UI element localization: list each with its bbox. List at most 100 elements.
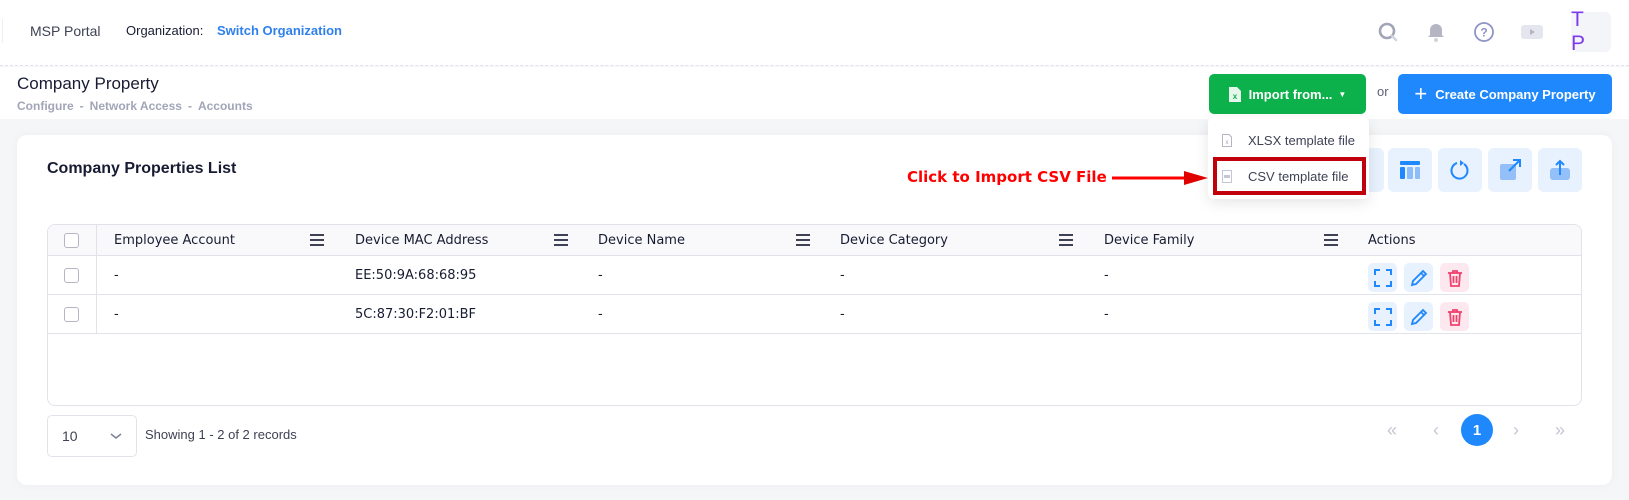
switch-organization-link[interactable]: Switch Organization — [217, 23, 342, 38]
page-size-value: 10 — [62, 428, 78, 444]
import-from-button[interactable]: x Import from... ▼ — [1209, 74, 1366, 114]
select-all-checkbox-cell — [64, 225, 79, 255]
edit-button[interactable] — [1404, 263, 1433, 292]
column-header[interactable]: Device MAC Address — [355, 225, 488, 255]
employee-account-cell: - — [114, 306, 119, 322]
device-family-cell: - — [1104, 267, 1109, 283]
or-label: or — [1377, 84, 1389, 99]
create-company-property-button[interactable]: + Create Company Property — [1398, 74, 1612, 114]
xlsx-file-icon: x — [1222, 133, 1232, 147]
bell-icon[interactable] — [1424, 20, 1448, 44]
expand-icon — [1373, 268, 1392, 287]
external-link-icon — [1500, 159, 1521, 180]
search-icon[interactable] — [1376, 20, 1400, 44]
table-header: Employee Account Device MAC Address Devi… — [48, 225, 1581, 256]
select-all-checkbox[interactable] — [64, 232, 79, 248]
breadcrumb-separator: - — [187, 99, 192, 113]
menu-item-csv-template[interactable]: CSV template file — [1213, 157, 1366, 195]
card-title: Company Properties List — [47, 160, 237, 177]
top-bar: MSP Portal Organization: Switch Organiza… — [0, 0, 1629, 66]
svg-text:x: x — [1232, 92, 1237, 101]
column-menu-icon[interactable] — [554, 234, 568, 246]
brand-label: MSP Portal — [30, 23, 101, 39]
video-icon[interactable] — [1520, 20, 1544, 44]
organization-label: Organization: — [126, 23, 204, 38]
column-menu-icon[interactable] — [310, 234, 324, 246]
column-header[interactable]: Device Name — [598, 225, 685, 255]
import-dropdown-menu: x XLSX template file CSV template file — [1208, 117, 1369, 199]
employee-account-cell: - — [114, 267, 119, 283]
svg-text:x: x — [1226, 140, 1229, 146]
annotation-text: Click to Import CSV File — [907, 168, 1107, 186]
plus-icon: + — [1414, 81, 1428, 106]
view-button[interactable] — [1368, 263, 1397, 292]
page-1-button[interactable]: 1 — [1461, 414, 1493, 446]
column-divider — [96, 256, 97, 294]
row-checkbox-cell — [64, 295, 79, 333]
properties-table: Employee Account Device MAC Address Devi… — [47, 224, 1582, 406]
expand-icon — [1373, 307, 1392, 326]
csv-file-icon — [1222, 169, 1232, 183]
breadcrumb-item[interactable]: Configure — [17, 99, 74, 113]
column-menu-icon[interactable] — [1324, 234, 1338, 246]
mac-address-cell: 5C:87:30:F2:01:BF — [355, 306, 477, 322]
create-label: Create Company Property — [1435, 86, 1596, 102]
refresh-button[interactable] — [1438, 148, 1482, 192]
view-button[interactable] — [1368, 302, 1397, 331]
row-checkbox[interactable] — [64, 306, 79, 322]
trash-icon — [1447, 308, 1462, 326]
breadcrumb: Configure - Network Access - Accounts — [17, 99, 253, 113]
column-divider — [96, 225, 97, 255]
delete-button[interactable] — [1440, 263, 1469, 292]
sidebar-edge — [0, 19, 3, 43]
columns-icon — [1400, 161, 1420, 179]
page-title: Company Property — [17, 74, 159, 93]
pencil-icon — [1410, 269, 1427, 286]
upload-icon — [1550, 159, 1570, 180]
menu-item-label: CSV template file — [1248, 168, 1349, 184]
last-page-button[interactable]: » — [1544, 414, 1576, 446]
row-checkbox-cell — [64, 256, 79, 294]
column-menu-icon[interactable] — [796, 234, 810, 246]
table-row: - EE:50:9A:68:68:95 - - - — [48, 256, 1581, 295]
breadcrumb-item[interactable]: Accounts — [198, 99, 253, 113]
svg-text:?: ? — [1480, 26, 1487, 40]
first-page-button[interactable]: « — [1376, 414, 1408, 446]
export-button[interactable] — [1488, 148, 1532, 192]
excel-file-icon: x — [1228, 86, 1241, 102]
mac-address-cell: EE:50:9A:68:68:95 — [355, 267, 477, 283]
menu-item-xlsx-template[interactable]: x XLSX template file — [1208, 123, 1369, 157]
column-header[interactable]: Device Category — [840, 225, 948, 255]
device-name-cell: - — [598, 267, 603, 283]
pencil-icon — [1410, 308, 1427, 325]
annotation-arrow-icon — [1112, 171, 1208, 185]
menu-item-label: XLSX template file — [1248, 132, 1355, 148]
column-menu-icon[interactable] — [1059, 234, 1073, 246]
column-divider — [96, 295, 97, 333]
chevron-down-icon — [110, 433, 122, 439]
upload-button[interactable] — [1538, 148, 1582, 192]
breadcrumb-item[interactable]: Network Access — [90, 99, 182, 113]
device-category-cell: - — [840, 267, 845, 283]
import-from-label: Import from... — [1248, 86, 1333, 102]
column-header-actions: Actions — [1368, 232, 1416, 248]
device-name-cell: - — [598, 306, 603, 322]
caret-down-icon: ▼ — [1338, 89, 1347, 99]
edit-button[interactable] — [1404, 302, 1433, 331]
trash-icon — [1447, 269, 1462, 287]
page-size-select[interactable]: 10 — [47, 415, 137, 457]
delete-button[interactable] — [1440, 302, 1469, 331]
columns-button[interactable] — [1388, 148, 1432, 192]
table-row: - 5C:87:30:F2:01:BF - - - — [48, 295, 1581, 334]
column-header[interactable]: Employee Account — [114, 225, 235, 255]
device-category-cell: - — [840, 306, 845, 322]
column-header[interactable]: Device Family — [1104, 225, 1194, 255]
row-checkbox[interactable] — [64, 267, 79, 283]
help-icon[interactable]: ? — [1472, 20, 1496, 44]
page-header: Company Property Configure - Network Acc… — [0, 67, 1629, 119]
device-family-cell: - — [1104, 306, 1109, 322]
prev-page-button[interactable]: ‹ — [1420, 414, 1452, 446]
user-avatar[interactable]: T P — [1571, 8, 1611, 55]
next-page-button[interactable]: › — [1500, 414, 1532, 446]
records-summary: Showing 1 - 2 of 2 records — [145, 427, 297, 442]
